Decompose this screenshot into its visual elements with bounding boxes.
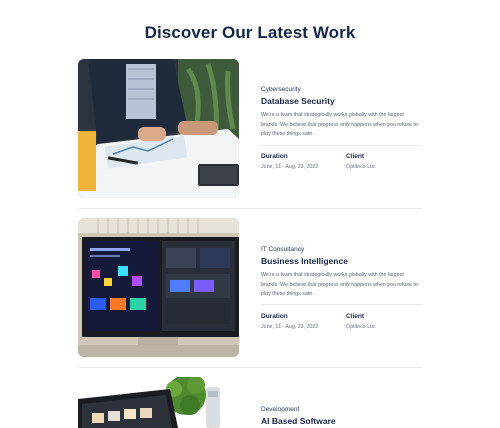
duration-value: June, 11 - Aug, 23, 2022: [261, 324, 319, 330]
work-image-ai-based-software[interactable]: [78, 377, 239, 428]
duration-block: Duration June, 11 - Aug, 23, 2022: [261, 153, 318, 170]
client-label: Client: [346, 313, 365, 320]
client-label: Client: [346, 153, 365, 160]
work-description: We're a team that strategically works gl…: [261, 112, 418, 137]
work-photo-monitor: [78, 218, 239, 357]
work-item-business-intelligence: IT Consultancy Business Intelligence We'…: [78, 218, 422, 357]
duration-block: Duration June, 11 - Aug, 23, 2022: [261, 313, 318, 330]
work-category: Development: [261, 406, 300, 413]
divider: [261, 145, 422, 146]
work-image-business-intelligence[interactable]: [78, 218, 239, 357]
duration-label: Duration: [261, 313, 288, 320]
page-title: Discover Our Latest Work: [144, 23, 356, 42]
work-info-database-security: Cybersecurity Database Security We're a …: [261, 59, 422, 198]
work-title[interactable]: AI Based Software: [261, 416, 336, 426]
section-divider: [78, 208, 422, 209]
work-photo-analyst: [78, 59, 239, 198]
work-category: IT Consultancy: [261, 246, 305, 253]
work-description: We're a team that strategically works gl…: [261, 272, 418, 297]
duration-value: June, 11 - Aug, 23, 2022: [261, 164, 319, 170]
work-category: Cybersecurity: [261, 86, 301, 93]
client-value: Optiteco Ltd.: [346, 164, 377, 170]
work-item-database-security: Cybersecurity Database Security We're a …: [78, 59, 422, 198]
client-block: Client Optiteco Ltd.: [346, 153, 376, 170]
work-image-database-security[interactable]: [78, 59, 239, 198]
client-value: Optiteco Ltd.: [346, 324, 377, 330]
work-info-ai-based-software: Development AI Based Software: [261, 377, 422, 428]
work-title[interactable]: Database Security: [261, 96, 335, 106]
work-photo-laptop: [78, 377, 239, 428]
work-info-business-intelligence: IT Consultancy Business Intelligence We'…: [261, 218, 422, 357]
section-divider: [78, 367, 422, 368]
duration-label: Duration: [261, 153, 288, 160]
work-title[interactable]: Business Intelligence: [261, 256, 348, 266]
work-item-ai-based-software: Development AI Based Software: [78, 377, 422, 428]
client-block: Client Optiteco Ltd.: [346, 313, 376, 330]
divider: [261, 304, 422, 305]
